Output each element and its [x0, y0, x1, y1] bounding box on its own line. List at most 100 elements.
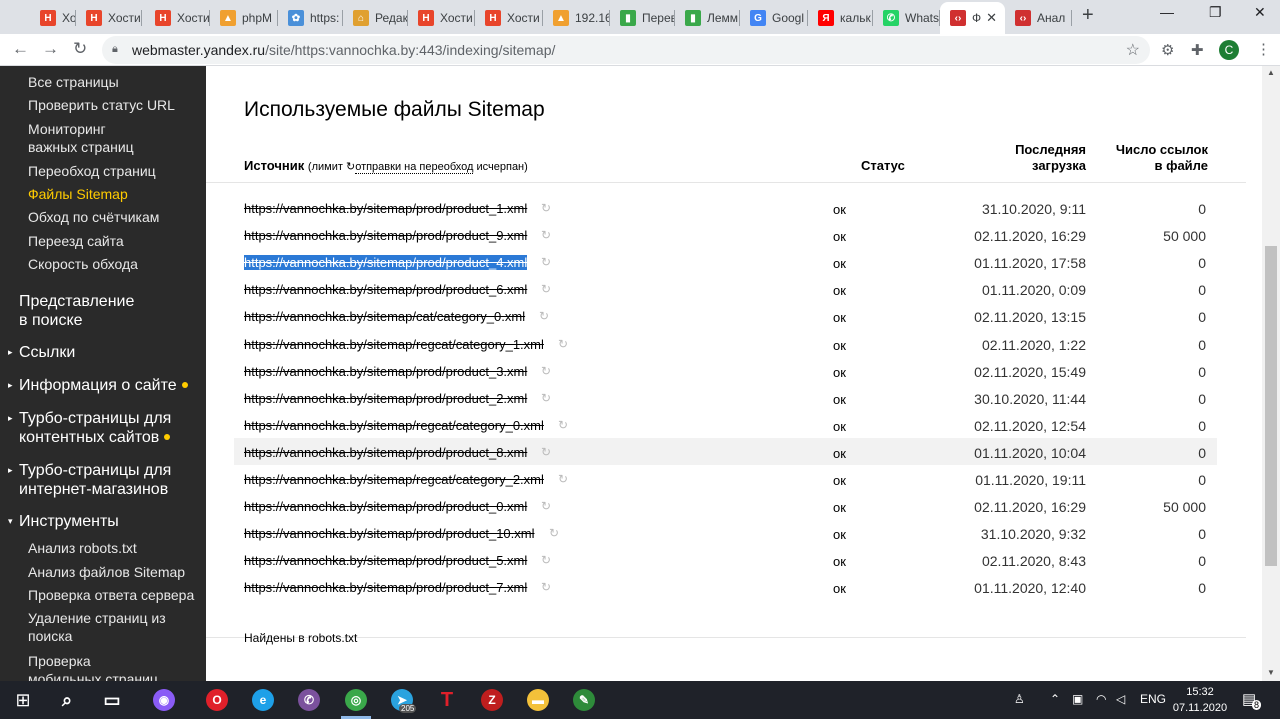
sidebar-item[interactable]: Файлы Sitemap: [28, 185, 128, 203]
table-row[interactable]: https://vannochka.by/sitemap/cat/categor…: [234, 302, 1217, 329]
sidebar-section[interactable]: Представление в поиске: [8, 292, 134, 330]
sitemap-url-link[interactable]: https://vannochka.by/sitemap/regcat/cate…: [244, 418, 544, 433]
table-row[interactable]: https://vannochka.by/sitemap/regcat/cate…: [234, 411, 1217, 438]
browser-tab[interactable]: H Хости: [408, 2, 475, 34]
tray-chevron-icon[interactable]: ⌃: [1050, 692, 1060, 706]
viber-icon[interactable]: ✆: [294, 686, 324, 714]
sidebar-item[interactable]: Обход по счётчикам: [28, 208, 159, 226]
browser-tab[interactable]: H Хости: [475, 2, 543, 34]
resend-refresh-icon[interactable]: ↻: [541, 282, 551, 296]
table-row[interactable]: https://vannochka.by/sitemap/prod/produc…: [234, 248, 1217, 275]
sidebar-section[interactable]: ▸ Информация о сайте: [8, 376, 188, 395]
sidebar-item[interactable]: Переобход страниц: [28, 162, 156, 180]
browser-tab[interactable]: ✿ https:: [278, 2, 343, 34]
opera-icon[interactable]: O: [202, 686, 232, 714]
browser-tab[interactable]: ▮ Перев: [610, 2, 675, 34]
resend-refresh-icon[interactable]: ↻: [541, 553, 551, 567]
sitemap-url-link[interactable]: https://vannochka.by/sitemap/prod/produc…: [244, 526, 535, 541]
scroll-up-icon[interactable]: ▲: [1267, 68, 1275, 77]
browser-tab[interactable]: ‹› Анал: [1005, 2, 1072, 34]
sidebar-item[interactable]: Переезд сайта: [28, 232, 124, 250]
resend-refresh-icon[interactable]: ↻: [558, 472, 568, 486]
address-bar[interactable]: 🔒︎ webmaster.yandex.ru/site/https:vannoc…: [102, 36, 1150, 64]
sitemap-url-link[interactable]: https://vannochka.by/sitemap/cat/categor…: [244, 309, 525, 324]
close-tab-icon[interactable]: ✕: [986, 10, 997, 26]
sidebar-tool-item[interactable]: Проверка ответа сервера: [28, 586, 194, 604]
sitemap-url-link[interactable]: https://vannochka.by/sitemap/prod/produc…: [244, 580, 527, 595]
sitemap-url-link[interactable]: https://vannochka.by/sitemap/prod/produc…: [244, 228, 527, 243]
sitemap-url-link[interactable]: https://vannochka.by/sitemap/prod/produc…: [244, 255, 528, 271]
sidebar-section[interactable]: ▸ Турбо-страницы для интернет-магазинов: [8, 461, 171, 499]
table-row[interactable]: https://vannochka.by/sitemap/prod/produc…: [234, 519, 1217, 546]
input-language[interactable]: ENG: [1140, 692, 1166, 706]
scrollbar-thumb[interactable]: [1265, 246, 1277, 566]
ie-icon[interactable]: e: [248, 686, 278, 714]
browser-tab[interactable]: G Googl: [740, 2, 808, 34]
sidebar-section[interactable]: ▸ Ссылки: [8, 343, 75, 362]
sitemap-url-link[interactable]: https://vannochka.by/sitemap/prod/produc…: [244, 445, 527, 460]
menu-kebab-icon[interactable]: ⋮: [1256, 40, 1271, 58]
chrome-icon[interactable]: ◎: [341, 686, 371, 714]
browser-tab[interactable]: ‹› Ф ✕: [940, 2, 1005, 34]
wifi-icon[interactable]: ◠: [1096, 692, 1106, 706]
table-row[interactable]: https://vannochka.by/sitemap/prod/produc…: [234, 384, 1217, 411]
table-row[interactable]: https://vannochka.by/sitemap/regcat/cate…: [234, 330, 1217, 357]
table-row[interactable]: https://vannochka.by/sitemap/prod/produc…: [234, 546, 1217, 573]
minimize-icon[interactable]: —: [1160, 4, 1174, 20]
sidebar-section[interactable]: ▸ Турбо-страницы для контентных сайтов: [8, 409, 171, 447]
sidebar-item[interactable]: Мониторинг важных страниц: [28, 120, 134, 156]
table-row[interactable]: https://vannochka.by/sitemap/prod/produc…: [234, 194, 1217, 221]
table-row[interactable]: https://vannochka.by/sitemap/prod/produc…: [234, 437, 1217, 465]
forward-icon[interactable]: →: [42, 39, 59, 59]
folder-icon[interactable]: ▬: [523, 686, 553, 714]
sitemap-url-link[interactable]: https://vannochka.by/sitemap/prod/produc…: [244, 499, 527, 514]
sitemap-url-link[interactable]: https://vannochka.by/sitemap/prod/produc…: [244, 201, 527, 216]
volume-icon[interactable]: ◁: [1116, 692, 1125, 706]
task-view-icon[interactable]: ▭: [97, 686, 127, 714]
extension-gear-icon[interactable]: ⚙: [1161, 41, 1174, 59]
table-row[interactable]: https://vannochka.by/sitemap/prod/produc…: [234, 221, 1217, 248]
sidebar-tool-item[interactable]: Анализ файлов Sitemap: [28, 563, 185, 581]
browser-tab[interactable]: H Хости: [30, 2, 76, 34]
sidebar-item[interactable]: Проверить статус URL: [28, 96, 175, 114]
browser-tab[interactable]: ▲ 192.16: [543, 2, 610, 34]
browser-tab[interactable]: ▲ phpM: [210, 2, 278, 34]
browser-tab[interactable]: H Хости: [145, 2, 210, 34]
sidebar-item[interactable]: Скорость обхода: [28, 255, 138, 273]
people-icon[interactable]: ♙: [1014, 692, 1025, 706]
search-icon[interactable]: ⌕: [52, 686, 82, 714]
sitemap-url-link[interactable]: https://vannochka.by/sitemap/prod/produc…: [244, 364, 527, 379]
sitemap-url-link[interactable]: https://vannochka.by/sitemap/regcat/cate…: [244, 337, 544, 352]
resend-refresh-icon[interactable]: ↻: [558, 337, 568, 351]
sitemap-url-link[interactable]: https://vannochka.by/sitemap/prod/produc…: [244, 282, 527, 297]
resend-refresh-icon[interactable]: ↻: [541, 201, 551, 215]
sidebar-item[interactable]: Все страницы: [28, 73, 119, 91]
resend-refresh-icon[interactable]: ↻: [541, 228, 551, 242]
sitemap-url-link[interactable]: https://vannochka.by/sitemap/prod/produc…: [244, 553, 527, 568]
scroll-down-icon[interactable]: ▼: [1267, 668, 1275, 677]
resend-refresh-icon[interactable]: ↻: [541, 364, 551, 378]
bookmark-star-icon[interactable]: ☆: [1126, 40, 1140, 60]
network-icon[interactable]: ▣: [1072, 692, 1083, 706]
browser-tab[interactable]: H Хости: [76, 2, 142, 34]
maximize-icon[interactable]: ❐: [1209, 4, 1222, 21]
resend-refresh-icon[interactable]: ↻: [541, 499, 551, 513]
resend-refresh-icon[interactable]: ↻: [541, 391, 551, 405]
alice-icon[interactable]: ◉: [149, 686, 179, 714]
t-icon[interactable]: T: [432, 686, 462, 714]
sidebar-tool-item[interactable]: Удаление страниц из поиска: [28, 609, 166, 645]
profile-avatar[interactable]: C: [1219, 40, 1239, 60]
browser-tab[interactable]: Якальк: [808, 2, 873, 34]
close-window-icon[interactable]: ✕: [1254, 4, 1266, 21]
system-clock[interactable]: 15:32 07.11.2020: [1170, 684, 1230, 716]
vertical-scrollbar[interactable]: ▲ ▼: [1262, 66, 1280, 681]
resend-refresh-icon[interactable]: ↻: [541, 255, 551, 269]
table-row[interactable]: https://vannochka.by/sitemap/prod/produc…: [234, 275, 1217, 302]
resend-refresh-icon[interactable]: ↻: [541, 580, 551, 594]
browser-tab[interactable]: ▮ Лемм: [675, 2, 740, 34]
filezilla-icon[interactable]: Z: [477, 686, 507, 714]
table-row[interactable]: https://vannochka.by/sitemap/prod/produc…: [234, 573, 1217, 600]
sitemap-url-link[interactable]: https://vannochka.by/sitemap/regcat/cate…: [244, 472, 544, 487]
url-text[interactable]: webmaster.yandex.ru/site/https:vannochka…: [132, 42, 555, 58]
resend-refresh-icon[interactable]: ↻: [541, 445, 551, 459]
